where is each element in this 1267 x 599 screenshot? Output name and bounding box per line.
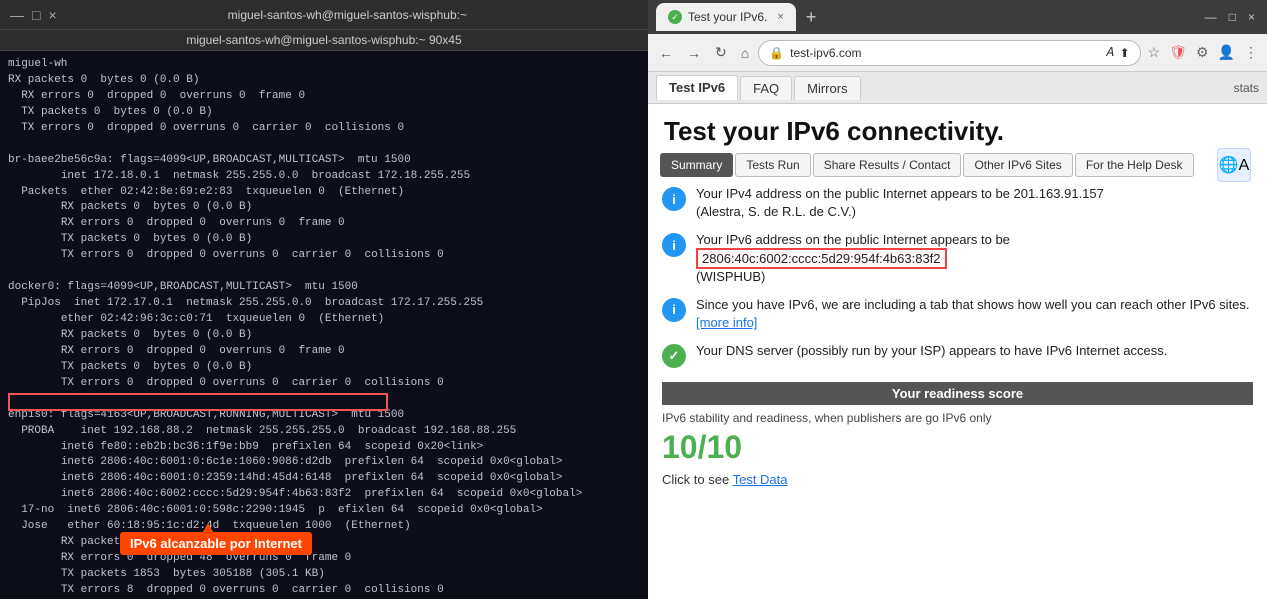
bookmark-icon[interactable]: ☆ (1145, 42, 1164, 63)
tab-title: Test your IPv6. (688, 10, 767, 24)
browser-tab-active[interactable]: ✓ Test your IPv6. × (656, 3, 796, 31)
result-ipv4: i Your IPv4 address on the public Intern… (662, 185, 1253, 221)
browser-content: Test IPv6 FAQ Mirrors stats Test your IP… (648, 72, 1267, 599)
browser-minimize[interactable]: — (1201, 8, 1221, 26)
result-ipv6-tab-info: i Since you have IPv6, we are including … (662, 296, 1253, 332)
tab-other-ipv6[interactable]: Other IPv6 Sites (963, 153, 1072, 177)
menu-icon[interactable]: ⋮ (1241, 42, 1261, 63)
results-area: i Your IPv4 address on the public Intern… (648, 185, 1267, 599)
terminal-subtitle: miguel-santos-wh@miguel-santos-wisphub:~… (0, 30, 648, 51)
ipv6-label: IPv6 alcanzable por Internet (120, 532, 312, 555)
result-dns-text: Your DNS server (possibly run by your IS… (696, 342, 1167, 360)
tab-tests-run[interactable]: Tests Run (735, 153, 810, 177)
refresh-button[interactable]: ↻ (710, 40, 732, 65)
readiness-bar: Your readiness score (662, 382, 1253, 405)
readiness-text: IPv6 stability and readiness, when publi… (662, 409, 1253, 427)
test-data-section: Click to see Test Data (662, 468, 1253, 491)
info-icon-3: i (662, 298, 686, 322)
browser-navbar: ← → ↻ ⌂ 🔒 test-ipv6.com 𝐴 ⬆ ☆ 🛡 ⚙ 👤 ⋮ (648, 34, 1267, 72)
nav-icons: ☆ 🛡 ⚙ 👤 ⋮ (1145, 42, 1261, 63)
url-text[interactable]: test-ipv6.com (790, 46, 1099, 60)
ipv6-address: 2806:40c:6002:cccc:5d29:954f:4b63:83f2 (696, 248, 947, 269)
maximize-icon[interactable]: □ (32, 7, 40, 23)
minimize-icon[interactable]: — (10, 7, 24, 23)
home-button[interactable]: ⌂ (736, 41, 754, 65)
terminal-body: miguel-wh RX packets 0 bytes 0 (0.0 B) R… (0, 51, 648, 599)
lock-icon: 🔒 (769, 46, 784, 60)
result-ipv6-tab-text: Since you have IPv6, we are including a … (696, 296, 1253, 332)
tab-summary[interactable]: Summary (660, 153, 733, 177)
forward-button[interactable]: → (682, 41, 706, 65)
stats-link[interactable]: stats (1234, 81, 1259, 95)
terminal-window: — □ × miguel-santos-wh@miguel-santos-wis… (0, 0, 648, 599)
translate-overlay-icon[interactable]: 🌐A (1217, 148, 1251, 182)
score-display: 10/10 (662, 427, 1253, 468)
browser-close[interactable]: × (1244, 8, 1259, 26)
site-tabs: Test IPv6 FAQ Mirrors stats (648, 72, 1267, 104)
translate-icon[interactable]: 𝐴 (1106, 45, 1114, 60)
profile-icon[interactable]: 👤 (1215, 42, 1238, 63)
content-tabs: Summary Tests Run Share Results / Contac… (648, 153, 1267, 177)
tab-favicon: ✓ (668, 10, 682, 24)
new-tab-button[interactable]: + (806, 7, 817, 28)
address-bar[interactable]: 🔒 test-ipv6.com 𝐴 ⬆ (758, 40, 1140, 66)
site-tab-faq[interactable]: FAQ (740, 76, 792, 100)
terminal-titlebar: — □ × miguel-santos-wh@miguel-santos-wis… (0, 0, 648, 30)
tab-help-desk[interactable]: For the Help Desk (1075, 153, 1194, 177)
check-icon: ✓ (662, 344, 686, 368)
info-icon-2: i (662, 233, 686, 257)
terminal-window-controls[interactable]: — □ × (10, 7, 57, 23)
result-ipv4-text: Your IPv4 address on the public Internet… (696, 185, 1104, 221)
shield-icon[interactable]: 🛡 (1166, 42, 1190, 63)
info-icon-1: i (662, 187, 686, 211)
result-dns: ✓ Your DNS server (possibly run by your … (662, 342, 1253, 368)
browser-window: ✓ Test your IPv6. × + — □ × ← → ↻ ⌂ 🔒 te… (648, 0, 1267, 599)
browser-titlebar: ✓ Test your IPv6. × + — □ × (648, 0, 1267, 34)
result-ipv6-text: Your IPv6 address on the public Internet… (696, 231, 1010, 286)
result-ipv6: i Your IPv6 address on the public Intern… (662, 231, 1253, 286)
test-data-link[interactable]: Test Data (733, 472, 788, 487)
terminal-output: miguel-wh RX packets 0 bytes 0 (0.0 B) R… (8, 57, 640, 599)
close-icon[interactable]: × (48, 7, 56, 23)
back-button[interactable]: ← (654, 41, 678, 65)
tab-share-results[interactable]: Share Results / Contact (813, 153, 962, 177)
site-tab-mirrors[interactable]: Mirrors (794, 76, 860, 100)
more-info-link[interactable]: [more info] (696, 315, 757, 330)
site-tab-testipv6[interactable]: Test IPv6 (656, 75, 738, 100)
browser-maximize[interactable]: □ (1225, 8, 1240, 26)
page-title: Test your IPv6 connectivity. (648, 104, 1267, 153)
browser-window-controls: — □ × (1201, 8, 1259, 26)
test-data-label: Click to see (662, 472, 729, 487)
share-icon[interactable]: ⬆ (1120, 46, 1130, 60)
tab-close-button[interactable]: × (777, 11, 783, 23)
extensions-icon[interactable]: ⚙ (1193, 42, 1212, 63)
terminal-title: miguel-santos-wh@miguel-santos-wisphub:~ (57, 8, 638, 22)
